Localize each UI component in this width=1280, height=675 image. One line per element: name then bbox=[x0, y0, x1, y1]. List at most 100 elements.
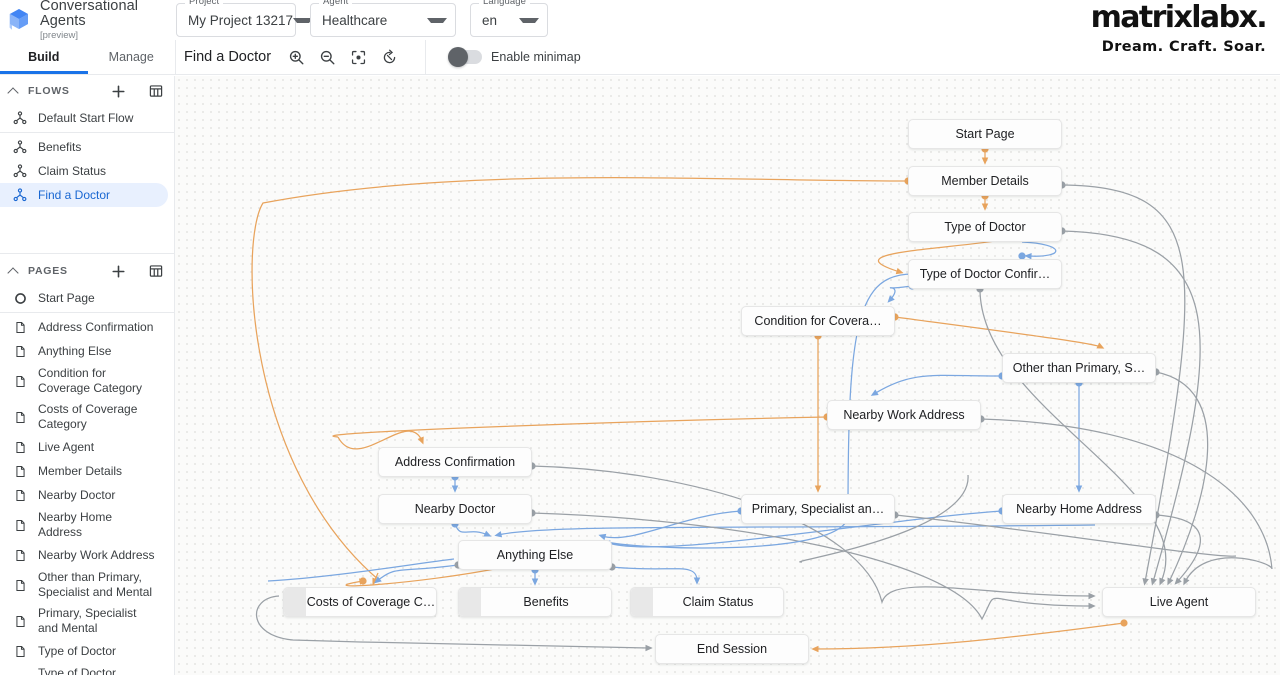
flow-node-other-than-primary[interactable]: Other than Primary, S… bbox=[1002, 353, 1156, 383]
tab-manage[interactable]: Manage bbox=[88, 40, 176, 74]
flows-list-view-button[interactable] bbox=[147, 83, 164, 100]
sidebar-flow-label: Claim Status bbox=[38, 163, 107, 178]
chevron-up-icon[interactable] bbox=[8, 85, 20, 97]
page-icon bbox=[12, 463, 28, 479]
selector-group: Project My Project 13217 Agent Healthcar… bbox=[176, 0, 548, 37]
page-icon bbox=[12, 643, 28, 659]
flow-edge bbox=[979, 288, 1167, 586]
sidebar-page-label: Anything Else bbox=[38, 343, 112, 358]
flow-node-nearby-work-address[interactable]: Nearby Work Address bbox=[827, 400, 981, 430]
flow-canvas[interactable]: Start Page Member Details Type of Doctor Ty… bbox=[175, 76, 1280, 675]
flow-node-benefits[interactable]: Benefits bbox=[458, 587, 612, 617]
flow-node-anything-else[interactable]: Anything Else bbox=[458, 540, 612, 570]
fit-to-screen-icon[interactable] bbox=[343, 42, 374, 73]
sidebar-divider bbox=[0, 132, 174, 133]
flow-edge bbox=[1061, 230, 1201, 586]
flow-node-nearby-doctor[interactable]: Nearby Doctor bbox=[378, 494, 532, 524]
sidebar-page-primary-specialist-and-mental[interactable]: Primary, Specialist and Mental bbox=[0, 603, 168, 639]
flow-node-label: Type of Doctor Confir… bbox=[919, 267, 1051, 281]
flow-node-condition-for-coverage[interactable]: Condition for Covera… bbox=[741, 306, 895, 336]
sidebar-page-costs-of-coverage-category[interactable]: Costs of Coverage Category bbox=[0, 399, 168, 435]
sidebar-page-member-details[interactable]: Member Details bbox=[0, 459, 168, 483]
sidebar-page-live-agent[interactable]: Live Agent bbox=[0, 435, 168, 459]
page-icon bbox=[12, 613, 28, 629]
project-select-value: My Project 13217 bbox=[188, 12, 294, 28]
language-select[interactable]: Language en bbox=[470, 0, 548, 37]
flow-icon bbox=[12, 163, 28, 179]
sidebar-page-label: Live Agent bbox=[38, 439, 95, 454]
language-select-value: en bbox=[482, 12, 498, 28]
sidebar: FLOWS Default Start Flow Benefits Claim … bbox=[0, 76, 175, 675]
flow-node-nearby-home-address[interactable]: Nearby Home Address bbox=[1002, 494, 1156, 524]
page-icon bbox=[12, 517, 28, 533]
flow-node-label: Address Confirmation bbox=[394, 455, 516, 469]
sidebar-flow-claim-status[interactable]: Claim Status bbox=[0, 159, 168, 183]
flow-node-type-of-doctor-confirmation[interactable]: Type of Doctor Confir… bbox=[908, 259, 1062, 289]
language-select-label: Language bbox=[479, 0, 531, 7]
sidebar-page-nearby-work-address[interactable]: Nearby Work Address bbox=[0, 543, 168, 567]
app-title: Conversational Agents bbox=[40, 0, 139, 29]
sidebar-page-condition-for-coverage-category[interactable]: Condition for Coverage Category bbox=[0, 363, 168, 399]
flow-edge bbox=[531, 465, 1096, 605]
add-flow-button[interactable] bbox=[110, 83, 127, 100]
sidebar-flow-benefits[interactable]: Benefits bbox=[0, 135, 168, 159]
tab-manage-label: Manage bbox=[108, 50, 154, 64]
flow-node-label: Type of Doctor bbox=[944, 220, 1026, 234]
flow-node-primary-specialist[interactable]: Primary, Specialist an… bbox=[741, 494, 895, 524]
vendor-logo: matrixlabx. Dream. Craft. Soar. bbox=[1091, 3, 1280, 56]
flow-node-start-page[interactable]: Start Page bbox=[908, 119, 1062, 149]
sidebar-page-anything-else[interactable]: Anything Else bbox=[0, 339, 168, 363]
flow-node-member-details[interactable]: Member Details bbox=[908, 166, 1062, 196]
sidebar-page-nearby-doctor[interactable]: Nearby Doctor bbox=[0, 483, 168, 507]
page-icon bbox=[12, 577, 28, 593]
page-icon bbox=[12, 409, 28, 425]
sidebar-page-start-page[interactable]: Start Page bbox=[0, 286, 168, 310]
page-icon bbox=[12, 373, 28, 389]
sidebar-page-label: Nearby Doctor bbox=[38, 487, 116, 502]
flows-section-title: FLOWS bbox=[28, 85, 70, 97]
zoom-in-icon[interactable] bbox=[281, 42, 312, 73]
sidebar-page-other-than-primary-specialist-and-mental[interactable]: Other than Primary, Specialist and Menta… bbox=[0, 567, 168, 603]
pages-list-view-button[interactable] bbox=[147, 263, 164, 280]
sidebar-page-nearby-home-address[interactable]: Nearby Home Address bbox=[0, 507, 168, 543]
sidebar-page-type-of-doctor[interactable]: Type of Doctor bbox=[0, 639, 168, 663]
flow-edge bbox=[887, 285, 913, 303]
flow-node-live-agent[interactable]: Live Agent bbox=[1102, 587, 1256, 617]
flow-icon bbox=[631, 588, 653, 616]
sidebar-page-address-confirmation[interactable]: Address Confirmation bbox=[0, 315, 168, 339]
flow-node-claim-status[interactable]: Claim Status bbox=[630, 587, 784, 617]
sidebar-page-label: Primary, Specialist and Mental bbox=[38, 606, 137, 635]
brand: Conversational Agents [preview] bbox=[0, 0, 170, 41]
flows-section-header: FLOWS bbox=[0, 76, 174, 106]
sidebar-page-label: Other than Primary, Specialist and Menta… bbox=[38, 570, 153, 599]
sidebar-page-label: Address Confirmation bbox=[38, 319, 154, 334]
flow-node-type-of-doctor[interactable]: Type of Doctor bbox=[908, 212, 1062, 242]
sidebar-flow-label: Benefits bbox=[38, 139, 82, 154]
flow-node-end-session[interactable]: End Session bbox=[655, 634, 809, 664]
start-page-group: Start Page bbox=[0, 286, 174, 310]
agent-select[interactable]: Agent Healthcare bbox=[310, 0, 456, 37]
preview-badge: [preview] bbox=[40, 30, 79, 42]
flow-node-costs-of-coverage[interactable]: Costs of Coverage C… bbox=[283, 587, 437, 617]
chevron-up-icon[interactable] bbox=[8, 265, 20, 277]
dialogflow-logo-icon bbox=[6, 7, 32, 33]
tab-build[interactable]: Build bbox=[0, 40, 88, 74]
zoom-out-icon[interactable] bbox=[312, 42, 343, 73]
pages-section-header: PAGES bbox=[0, 256, 174, 286]
sidebar-flow-label: Default Start Flow bbox=[38, 110, 134, 125]
sidebar-page-type-of-doctor-confirmation[interactable]: Type of Doctor Confirmation bbox=[0, 663, 168, 675]
toggle-knob bbox=[448, 47, 469, 67]
add-page-button[interactable] bbox=[110, 263, 127, 280]
project-select[interactable]: Project My Project 13217 bbox=[176, 0, 314, 37]
flow-edge bbox=[611, 566, 701, 585]
flow-node-address-confirmation[interactable]: Address Confirmation bbox=[378, 447, 532, 477]
sidebar-flow-default-start-flow[interactable]: Default Start Flow bbox=[0, 106, 168, 130]
reset-rotate-icon[interactable] bbox=[374, 42, 405, 73]
flow-node-label: Other than Primary, S… bbox=[1012, 361, 1146, 375]
flow-edge bbox=[870, 374, 1003, 396]
agent-select-label: Agent bbox=[319, 0, 353, 7]
minimap-toggle[interactable] bbox=[448, 47, 483, 67]
flow-node-label: End Session bbox=[696, 642, 768, 656]
sidebar-flow-find-a-doctor[interactable]: Find a Doctor bbox=[0, 183, 168, 207]
